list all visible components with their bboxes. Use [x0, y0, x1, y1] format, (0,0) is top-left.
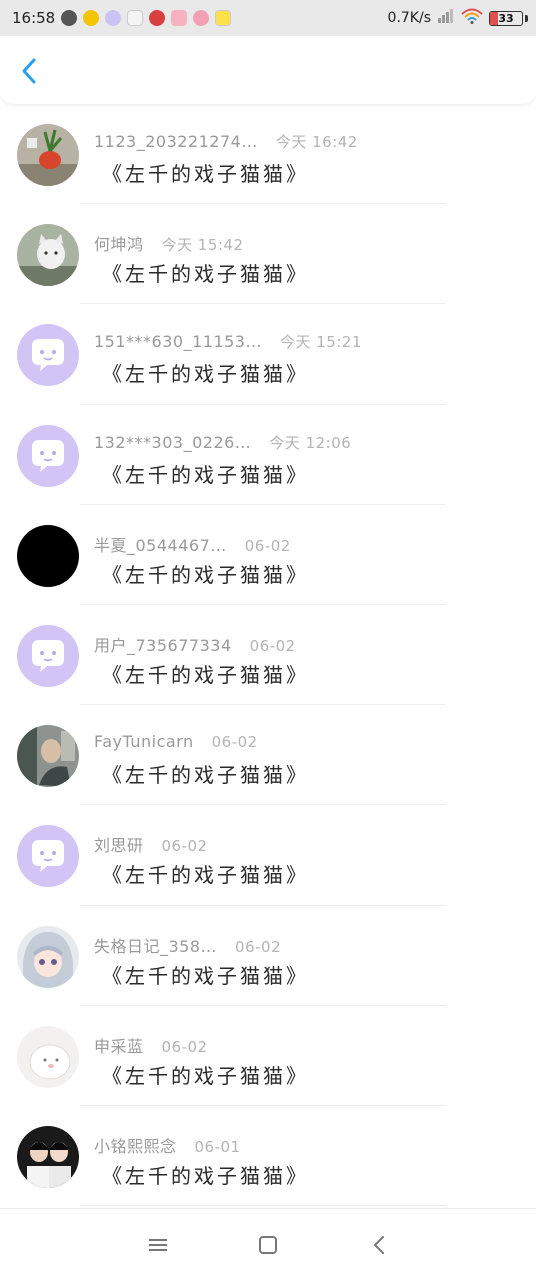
list-item[interactable]: FayTunicarn 06-02 《左千的戏子猫猫》: [0, 705, 536, 806]
sender-name: 小铭熙熙念 06-01: [94, 1136, 241, 1156]
battery-tip: [525, 14, 528, 22]
menu-icon: [149, 1239, 167, 1251]
message-time: 今天 16:42: [275, 133, 358, 151]
message-time: 今天 15:42: [161, 236, 244, 255]
sender-name: 用户_735677334 06-02: [94, 635, 296, 655]
message-text: 《左千的戏子猫猫》: [102, 1163, 309, 1188]
message-text: 《左千的戏子猫猫》: [102, 262, 309, 287]
list-item[interactable]: 小铭熙熙念 06-01 《左千的戏子猫猫》: [0, 1106, 536, 1207]
message-time: 06-02: [211, 733, 258, 752]
message-time: 06-02: [244, 536, 291, 555]
message-text: 《左千的戏子猫猫》: [102, 763, 309, 788]
message-text: 《左千的戏子猫猫》: [102, 1063, 309, 1088]
screen: 16:58 0.7K/s 33 1123_203221274… 今天 16:42…: [0, 0, 536, 1280]
sender-name: FayTunicarn 06-02: [94, 732, 258, 752]
message-time: 06-02: [161, 1037, 208, 1056]
avatar[interactable]: [17, 324, 79, 387]
back-triangle-icon: [374, 1236, 384, 1254]
status-time: 16:58: [12, 9, 56, 27]
message-text: 《左千的戏子猫猫》: [102, 362, 309, 387]
home-button[interactable]: [256, 1233, 280, 1257]
avatar[interactable]: [17, 224, 79, 287]
avatar[interactable]: [17, 925, 79, 988]
message-list: 1123_203221274… 今天 16:42 《左千的戏子猫猫》 何坤鸿 今天 15…: [0, 104, 536, 1207]
red-app-icon: [149, 10, 166, 26]
yellow-app-icon: [215, 10, 232, 26]
menu-button[interactable]: [146, 1233, 170, 1257]
message-text: 《左千的戏子猫猫》: [102, 462, 309, 487]
signal-icon: [437, 9, 455, 27]
sender-name: 申采蓝 06-02: [94, 1036, 208, 1056]
message-text: 《左千的戏子猫猫》: [102, 662, 309, 687]
message-time: 06-02: [161, 837, 208, 856]
sheet-app-icon: [127, 10, 144, 26]
list-item[interactable]: 半夏_0544467… 06-02 《左千的戏子猫猫》: [0, 505, 536, 605]
avatar[interactable]: [17, 424, 79, 487]
avatar[interactable]: [17, 524, 79, 587]
avatar[interactable]: [17, 825, 79, 888]
bubble-app-icon: [105, 10, 122, 26]
battery-icon: 33: [489, 10, 523, 26]
avatar[interactable]: [17, 624, 79, 687]
message-time: 06-02: [249, 636, 296, 655]
avatar[interactable]: [17, 124, 79, 186]
message-time: 06-01: [194, 1137, 241, 1156]
nav-bar: [0, 1208, 536, 1280]
list-item[interactable]: 申采蓝 06-02 《左千的戏子猫猫》: [0, 1006, 536, 1106]
list-item[interactable]: 132***303_0226… 今天 12:06 《左千的戏子猫猫》: [0, 405, 536, 505]
network-speed: 0.7K/s: [387, 10, 431, 26]
top-bar: [0, 36, 536, 104]
message-time: 今天 12:06: [269, 433, 352, 452]
message-text: 《左千的戏子猫猫》: [102, 562, 309, 587]
pink-app-icon: [171, 10, 188, 26]
list-item[interactable]: 失格日记_358… 06-02 《左千的戏子猫猫》: [0, 906, 536, 1006]
avatar[interactable]: [17, 1125, 79, 1188]
nav-back-button[interactable]: [368, 1233, 392, 1257]
sender-name: 1123_203221274… 今天 16:42: [94, 132, 358, 151]
sender-name: 刘思研 06-02: [94, 836, 208, 856]
rose-app-icon: [193, 10, 210, 26]
status-left: 16:58: [12, 9, 232, 27]
list-item[interactable]: 刘思研 06-02 《左千的戏子猫猫》: [0, 805, 536, 906]
message-time: 今天 15:21: [279, 333, 362, 352]
battery-level: [490, 11, 498, 25]
list-item[interactable]: 何坤鸿 今天 15:42 《左千的戏子猫猫》: [0, 204, 536, 305]
chevron-left-icon: [22, 58, 36, 84]
lemon-app-icon: [83, 10, 100, 26]
list-item[interactable]: 用户_735677334 06-02 《左千的戏子猫猫》: [0, 605, 536, 706]
status-bar: 16:58 0.7K/s 33: [0, 0, 536, 36]
sender-name: 151***630_11153… 今天 15:21: [94, 332, 362, 352]
sender-name: 半夏_0544467… 06-02: [94, 535, 291, 555]
message-text: 《左千的戏子猫猫》: [102, 963, 309, 988]
sender-name: 132***303_0226… 今天 12:06: [94, 432, 352, 452]
status-right: 0.7K/s 33: [388, 8, 528, 28]
home-square-icon: [259, 1236, 277, 1254]
battery-percent: 33: [498, 11, 514, 25]
wifi-icon: [461, 8, 483, 28]
list-item[interactable]: 151***630_11153… 今天 15:21 《左千的戏子猫猫》: [0, 304, 536, 405]
sender-name: 失格日记_358… 06-02: [94, 936, 282, 956]
message-text: 《左千的戏子猫猫》: [102, 162, 309, 186]
avatar[interactable]: [17, 725, 79, 788]
avatar[interactable]: [17, 1025, 79, 1088]
message-time: 06-02: [235, 937, 282, 956]
divider: [80, 1205, 446, 1207]
back-button[interactable]: [14, 56, 44, 86]
sender-name: 何坤鸿 今天 15:42: [94, 235, 244, 255]
message-text: 《左千的戏子猫猫》: [102, 863, 309, 888]
chat-bubble-icon: [61, 10, 78, 26]
list-item[interactable]: 1123_203221274… 今天 16:42 《左千的戏子猫猫》: [0, 104, 536, 205]
